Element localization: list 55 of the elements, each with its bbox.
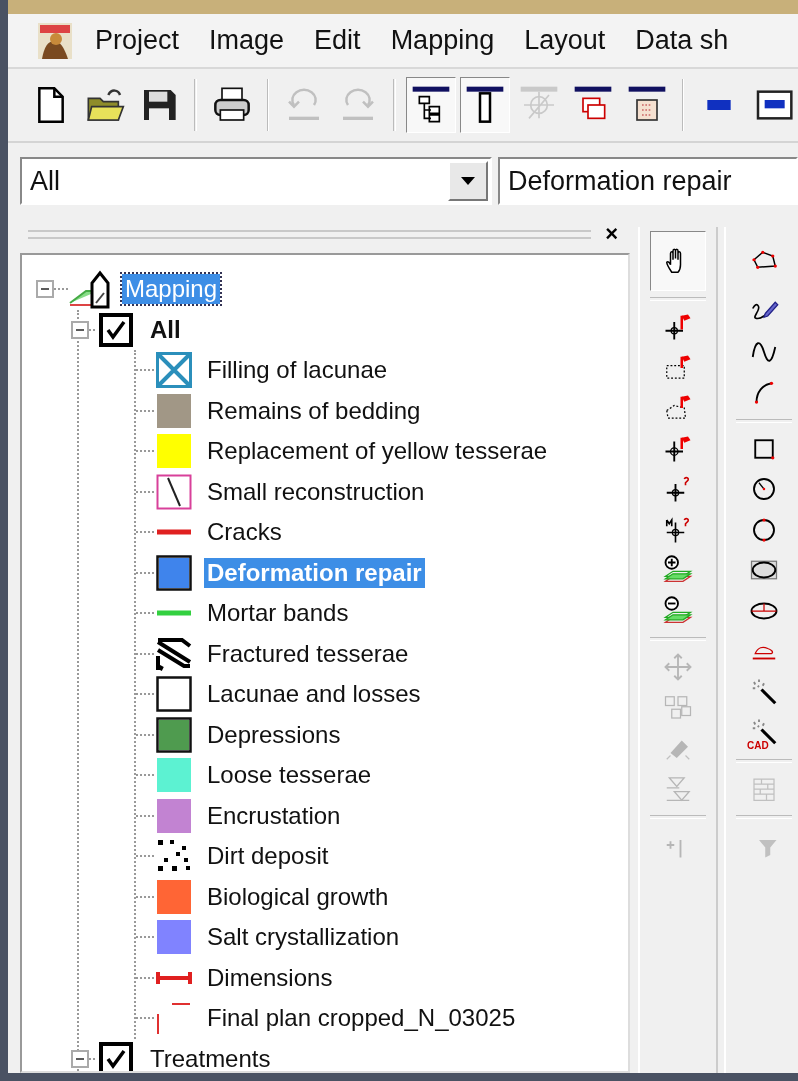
pattern-swatch-icon [156,878,192,915]
expander-icon[interactable] [71,1049,89,1068]
panel-grip[interactable] [28,229,592,239]
tree-view-icon[interactable] [405,77,456,133]
menu-item[interactable]: Project [80,25,195,56]
pattern-swatch-icon [156,676,192,713]
expander-icon[interactable] [36,280,54,299]
tree-item[interactable]: Encrustation [204,800,344,831]
tree-item[interactable]: Cracks [204,517,285,548]
menu-item[interactable]: Mapping [375,25,510,56]
tree-item[interactable]: Loose tesserae [204,760,375,791]
tree-item[interactable]: Filling of lacunae [204,355,391,386]
pattern-swatch-icon [156,716,192,753]
tree-item[interactable]: All [147,314,184,345]
line-swatch-icon [156,529,192,536]
image-layer-icon [156,1000,192,1037]
pattern-swatch-icon [156,392,192,429]
menu-item[interactable]: Image [194,25,300,56]
pattern-swatch-icon [156,919,192,956]
checkbox[interactable] [99,1041,133,1071]
line-swatch-icon [156,969,192,986]
pattern-swatch-icon [156,473,192,510]
pattern-swatch-icon [156,554,192,591]
menu-item[interactable]: Edit [299,25,376,56]
tree-item[interactable]: Dimensions [204,962,336,993]
close-button[interactable]: × [601,221,622,247]
tree-item[interactable]: Biological growth [204,881,392,912]
tree-item[interactable]: Remains of bedding [204,395,424,426]
expander-icon[interactable] [71,320,89,339]
tree-item[interactable]: Replacement of yellow tesserae [204,436,551,467]
app-logo-icon [38,22,72,59]
dropdown-field[interactable]: Deformation repair [498,157,798,205]
tree-item[interactable]: Final plan cropped_N_03025 [204,1003,519,1034]
line-swatch-icon [156,610,192,617]
menu-item[interactable]: Layout [509,25,621,56]
dropdown-arrow-icon [461,177,475,185]
tree-item[interactable]: Dirt deposit [204,841,332,872]
pattern-swatch-icon [156,635,192,672]
tree-item[interactable]: Treatments [147,1043,274,1071]
pattern-swatch-icon [156,352,192,389]
tree-item[interactable]: Mortar bands [204,598,352,629]
tree-item[interactable]: Depressions [204,719,344,750]
pattern-swatch-icon [156,757,192,794]
menu-item[interactable]: Data sh [620,25,744,56]
pattern-swatch-icon [156,433,192,470]
tree-item[interactable]: Salt crystallization [204,922,403,953]
tree-item[interactable]: Small reconstruction [204,476,428,507]
cad-wand-button[interactable]: CAD [736,712,792,753]
tree-item[interactable]: Fractured tesserae [204,638,412,669]
checkbox[interactable] [99,312,133,347]
dropdown-field[interactable]: All [20,157,492,205]
hand-icon[interactable] [650,231,706,291]
tree-item[interactable]: Lacunae and losses [204,679,424,710]
panel-icon[interactable] [459,77,510,133]
pattern-swatch-icon [156,797,192,834]
